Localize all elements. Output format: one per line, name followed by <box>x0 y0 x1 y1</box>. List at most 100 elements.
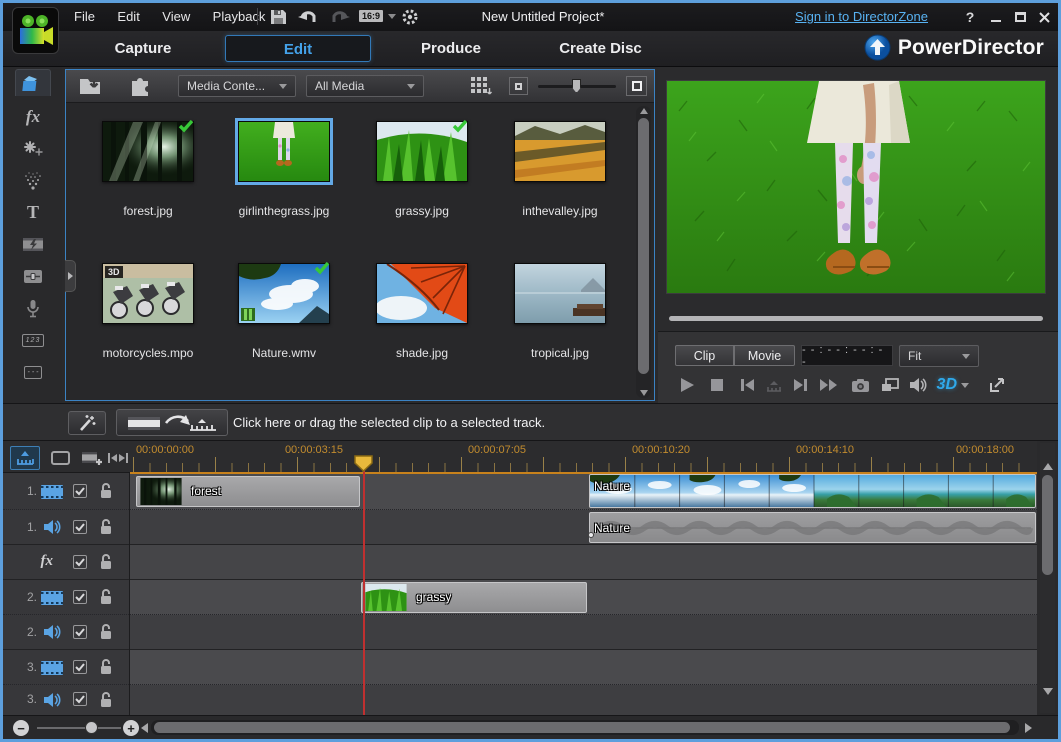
volume-keyframe-node[interactable] <box>588 532 594 538</box>
seek-marker-button[interactable] <box>761 373 787 397</box>
media-item-motorcycles[interactable]: 3D <box>102 263 194 324</box>
snapshot-button[interactable] <box>847 373 873 397</box>
lane-fx[interactable] <box>130 545 1037 580</box>
sidebar-item-voiceover-room[interactable] <box>15 295 51 322</box>
track-enable-checkbox[interactable] <box>73 484 87 498</box>
preview-timecode[interactable]: - - : - - : - - : - - <box>801 345 893 366</box>
library-category-dropdown[interactable]: Media Conte... <box>178 75 296 97</box>
lane-audio3[interactable] <box>130 685 1037 715</box>
undock-preview-button[interactable] <box>984 373 1010 397</box>
sidebar-item-media-room[interactable] <box>15 69 51 96</box>
track-enable-checkbox[interactable] <box>73 660 87 674</box>
lock-icon[interactable] <box>99 691 113 709</box>
clip-grassy[interactable]: grassy <box>361 582 587 613</box>
lock-icon[interactable] <box>99 588 113 606</box>
media-item-nature[interactable] <box>238 263 330 324</box>
small-thumbnails-button[interactable] <box>509 77 528 95</box>
sidebar-item-audio-mixing-room[interactable] <box>15 263 51 290</box>
zoom-out-button[interactable]: − <box>13 720 29 736</box>
large-thumbnails-button[interactable] <box>626 76 647 96</box>
menu-view[interactable]: View <box>153 3 199 31</box>
thumbnail-size-slider[interactable] <box>538 85 616 88</box>
media-item-shade[interactable] <box>376 263 468 324</box>
sidebar-item-particle-room[interactable] <box>15 167 51 194</box>
timeline-lanes[interactable]: forest Nature <box>130 473 1037 715</box>
stop-button[interactable] <box>704 373 730 397</box>
close-button[interactable] <box>1034 8 1054 26</box>
track-enable-checkbox[interactable] <box>73 625 87 639</box>
play-button[interactable] <box>674 373 700 397</box>
library-display-button[interactable] <box>470 76 492 102</box>
slider-handle[interactable] <box>572 79 581 93</box>
timeline-horizontal-scrollbar[interactable] <box>151 720 1019 735</box>
zoom-slider-handle[interactable] <box>85 721 98 734</box>
track-enable-checkbox[interactable] <box>73 520 87 534</box>
menu-playback[interactable]: Playback <box>204 3 275 31</box>
scroll-down-icon[interactable] <box>1043 688 1053 695</box>
tab-edit[interactable]: Edit <box>225 35 371 62</box>
lane-video3[interactable] <box>130 650 1037 685</box>
media-item-tropical[interactable] <box>514 263 606 324</box>
playhead-line[interactable] <box>363 465 365 715</box>
maximize-button[interactable] <box>1010 8 1030 26</box>
sidebar-item-subtitle-room[interactable]: - - - <box>15 359 51 386</box>
preview-seekbar[interactable] <box>669 316 1043 321</box>
magic-tools-button[interactable] <box>68 411 106 435</box>
media-item-inthevalley[interactable] <box>514 121 606 182</box>
media-item-grassy[interactable] <box>376 121 468 182</box>
lane-audio2[interactable] <box>130 615 1037 650</box>
sidebar-item-pip-objects-room[interactable] <box>15 135 51 162</box>
preview-zoom-dropdown[interactable]: Fit <box>899 345 979 367</box>
scroll-down-icon[interactable] <box>640 390 648 396</box>
clip-mode-button[interactable]: Clip <box>675 345 734 366</box>
lock-icon[interactable] <box>99 623 113 641</box>
lock-icon[interactable] <box>99 658 113 676</box>
track-manager-button[interactable] <box>77 446 107 470</box>
fast-forward-button[interactable] <box>816 373 842 397</box>
library-scrollbar-thumb[interactable] <box>638 118 649 374</box>
aspect-ratio-selector[interactable]: 16:9 <box>359 10 383 22</box>
3d-mode-button[interactable]: 3D <box>934 373 972 397</box>
undo-button[interactable] <box>297 7 319 27</box>
preview-quality-button[interactable] <box>877 373 903 397</box>
storyboard-view-button[interactable] <box>45 446 75 470</box>
clip-nature-audio[interactable]: Nature <box>589 512 1036 543</box>
media-item-forest[interactable] <box>102 121 194 182</box>
library-collapse-handle[interactable] <box>65 260 76 292</box>
range-select-button[interactable] <box>106 446 130 470</box>
menu-edit[interactable]: Edit <box>108 3 148 31</box>
preview-video[interactable] <box>666 80 1046 294</box>
tab-produce[interactable]: Produce <box>405 31 497 67</box>
minimize-button[interactable] <box>986 8 1006 26</box>
sidebar-item-effect-room[interactable]: fx <box>15 103 51 130</box>
tab-capture[interactable]: Capture <box>98 31 188 67</box>
tab-create-disc[interactable]: Create Disc <box>548 31 653 67</box>
sidebar-item-chapter-room[interactable]: 123 <box>15 327 51 354</box>
media-item-girlinthegrass[interactable] <box>238 121 330 182</box>
track-enable-checkbox[interactable] <box>73 555 87 569</box>
clip-forest[interactable]: forest <box>136 476 360 507</box>
settings-button[interactable] <box>399 7 421 27</box>
redo-button[interactable] <box>329 7 351 27</box>
lock-icon[interactable] <box>99 518 113 536</box>
timeline-scrollbar-thumb[interactable] <box>1042 475 1053 575</box>
timeline-vertical-scrollbar[interactable] <box>1040 443 1055 713</box>
plugin-button[interactable] <box>128 75 152 103</box>
help-button[interactable]: ? <box>960 8 980 26</box>
scroll-up-icon[interactable] <box>640 108 648 114</box>
sidebar-item-title-room[interactable]: T <box>15 199 51 226</box>
clip-nature-video[interactable]: Nature <box>589 474 1036 508</box>
aspect-ratio-caret-icon[interactable] <box>388 14 396 19</box>
playhead-marker[interactable] <box>354 455 373 477</box>
timeline-view-button[interactable] <box>10 446 40 470</box>
volume-button[interactable] <box>905 373 931 397</box>
sidebar-item-transition-room[interactable] <box>15 231 51 258</box>
lock-icon[interactable] <box>99 482 113 500</box>
scroll-right-icon[interactable] <box>1025 723 1032 733</box>
zoom-in-button[interactable]: + <box>123 720 139 736</box>
library-filter-dropdown[interactable]: All Media <box>306 75 424 97</box>
signin-directorzone-link[interactable]: Sign in to DirectorZone <box>795 3 928 31</box>
scroll-up-icon[interactable] <box>1043 463 1053 470</box>
save-button[interactable] <box>267 7 289 27</box>
movie-mode-button[interactable]: Movie <box>734 345 795 366</box>
